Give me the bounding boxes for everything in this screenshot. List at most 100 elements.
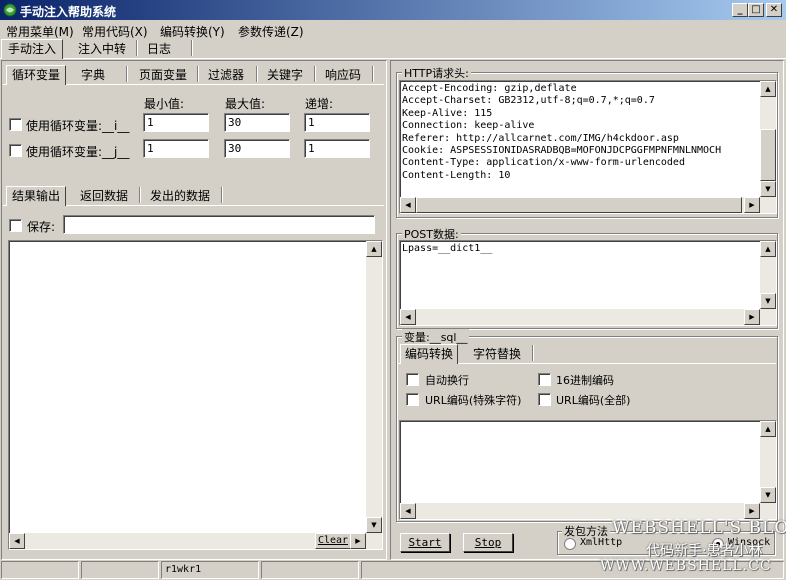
loop-j-min-input[interactable]: 1 <box>143 139 209 158</box>
scroll-down-arrow-icon[interactable]: ▼ <box>366 517 382 533</box>
loop-i-max-input[interactable]: 30 <box>224 113 290 132</box>
http-header-line: Content-Length: 10 <box>402 169 511 181</box>
scroll-right-arrow-icon[interactable]: ▶ <box>350 533 366 549</box>
scroll-down-arrow-icon[interactable]: ▼ <box>760 487 776 503</box>
auto-wrap-checkbox[interactable] <box>406 373 419 386</box>
start-button[interactable]: Start <box>400 533 450 552</box>
close-button[interactable]: ✕ <box>766 3 782 17</box>
tab-response-code[interactable]: 响应码 <box>318 66 368 84</box>
status-pane-2 <box>81 561 159 579</box>
scroll-up-arrow-icon[interactable]: ▲ <box>760 421 776 437</box>
loop-i-min-input[interactable]: 1 <box>143 113 209 132</box>
tab-log[interactable]: 日志 <box>140 40 178 58</box>
http-header-textbox[interactable]: Accept-Encoding: gzip,deflate Accept-Char… <box>399 80 777 214</box>
max-value-label: 最大值: <box>225 97 266 111</box>
minimize-button[interactable]: _ <box>732 3 748 17</box>
http-vscroll[interactable]: ▲ ▼ <box>760 81 776 197</box>
http-header-line: Cookie: ASPSESSIONIDASRADBQB=MOFONJDCPGG… <box>402 145 722 157</box>
app-icon <box>3 3 17 17</box>
http-hscroll[interactable]: ◀ ▶ <box>400 197 776 213</box>
save-label: 保存: <box>27 220 56 234</box>
menu-code[interactable]: 常用代码(X) <box>82 23 148 40</box>
xmlhttp-label: XmlHttp <box>580 537 623 548</box>
loop-j-checkbox[interactable] <box>9 144 22 157</box>
xmlhttp-radio[interactable] <box>564 538 576 550</box>
url-encode-special-label: URL编码(特殊字符) <box>425 394 522 407</box>
loop-i-step-input[interactable]: 1 <box>304 113 370 132</box>
http-scroll-thumb[interactable] <box>760 129 776 181</box>
maximize-button[interactable]: □ <box>748 3 764 17</box>
tab-manual-inject[interactable]: 手动注入 <box>1 39 63 59</box>
http-hscroll-thumb[interactable] <box>416 197 742 213</box>
tab-encoding-convert[interactable]: 编码转换 <box>400 344 458 364</box>
tab-char-replace[interactable]: 字符替换 <box>466 345 528 363</box>
clear-button[interactable]: Clear <box>315 533 351 549</box>
post-vscroll[interactable]: ▲ ▼ <box>760 241 776 309</box>
status-pane-4 <box>261 561 359 579</box>
http-header-line: Accept-Charset: GB2312,utf-8;q=0.7,*;q=0… <box>402 95 655 107</box>
watermark-line-1: WEBSHELL'S BLOG <box>612 518 786 538</box>
scroll-left-arrow-icon[interactable]: ◀ <box>9 533 25 549</box>
tab-filter[interactable]: 过滤器 <box>201 66 251 84</box>
title-bar: 手动注入帮助系统 _ □ ✕ <box>0 0 786 20</box>
scroll-left-arrow-icon[interactable]: ◀ <box>400 197 416 213</box>
tab-return-data[interactable]: 返回数据 <box>74 187 134 205</box>
loop-j-max-input[interactable]: 30 <box>224 139 290 158</box>
scroll-right-arrow-icon[interactable]: ▶ <box>744 197 760 213</box>
result-vscroll[interactable]: ▲ ▼ <box>366 241 382 533</box>
menu-encoding[interactable]: 编码转换(Y) <box>160 23 225 40</box>
watermark-line-2: 代码新手·患者小林 <box>646 543 763 559</box>
save-checkbox[interactable] <box>9 219 22 232</box>
http-header-text: Accept-Encoding: gzip,deflate Accept-Char… <box>400 81 776 182</box>
variable-vscroll[interactable]: ▲ ▼ <box>760 421 776 503</box>
post-data-text: Lpass=__dict1__ <box>402 243 493 254</box>
result-output-area[interactable]: ▲ ▼ ◀ Clear ▶ <box>8 240 383 550</box>
post-hscroll[interactable]: ◀ ▶ <box>400 309 776 325</box>
scroll-up-arrow-icon[interactable]: ▲ <box>760 241 776 257</box>
status-pane-3: r1wkr1 <box>161 561 259 579</box>
loop-j-step-input[interactable]: 1 <box>304 139 370 158</box>
http-header-line: Keep-Alive: 115 <box>402 107 493 119</box>
variable-textbox[interactable]: ▲ ▼ ◀ ▶ <box>399 420 777 520</box>
tab-keyword[interactable]: 关键字 <box>260 66 310 84</box>
hex-encode-checkbox[interactable] <box>538 373 551 386</box>
tab-loop-var[interactable]: 循环变量 <box>6 65 66 85</box>
tab-dict[interactable]: 字典 <box>72 66 114 84</box>
scroll-down-arrow-icon[interactable]: ▼ <box>760 293 776 309</box>
scroll-down-arrow-icon[interactable]: ▼ <box>760 181 776 197</box>
http-header-line: Connection: keep-alive <box>402 120 535 132</box>
result-hscroll[interactable]: ◀ Clear ▶ <box>9 533 382 549</box>
tab-page-var[interactable]: 页面变量 <box>132 66 194 84</box>
tab-inject-relay[interactable]: 注入中转 <box>70 40 134 58</box>
auto-wrap-label: 自动换行 <box>425 374 469 387</box>
save-path-input[interactable] <box>63 215 375 234</box>
url-encode-all-label: URL编码(全部) <box>556 394 631 407</box>
menu-common[interactable]: 常用菜单(M) <box>6 23 74 40</box>
url-encode-special-checkbox[interactable] <box>406 393 419 406</box>
loop-j-label: 使用循环变量:__j__ <box>26 145 130 159</box>
hex-encode-label: 16进制编码 <box>556 374 614 387</box>
loop-i-label: 使用循环变量:__i__ <box>26 119 130 133</box>
scroll-right-arrow-icon[interactable]: ▶ <box>744 503 760 519</box>
http-header-line: Content-Type: application/x-www-form-url… <box>402 157 685 169</box>
tab-sent-data[interactable]: 发出的数据 <box>144 187 216 205</box>
status-pane-1 <box>1 561 79 579</box>
scroll-right-arrow-icon[interactable]: ▶ <box>744 309 760 325</box>
url-encode-all-checkbox[interactable] <box>538 393 551 406</box>
tab-result-output[interactable]: 结果输出 <box>6 186 66 206</box>
scroll-left-arrow-icon[interactable]: ◀ <box>400 309 416 325</box>
stop-button[interactable]: Stop <box>463 533 513 552</box>
scroll-up-arrow-icon[interactable]: ▲ <box>366 241 382 257</box>
variable-hscroll[interactable]: ◀ ▶ <box>400 503 776 519</box>
loop-i-checkbox[interactable] <box>9 118 22 131</box>
watermark-line-3: WWW.WEBSHELL.CC <box>600 558 772 574</box>
scroll-left-arrow-icon[interactable]: ◀ <box>400 503 416 519</box>
http-header-title: HTTP请求头: <box>402 65 471 81</box>
window-title: 手动注入帮助系统 <box>20 5 117 19</box>
scroll-up-arrow-icon[interactable]: ▲ <box>760 81 776 97</box>
variable-title: 变量:__sql__ <box>402 329 470 345</box>
step-label: 递增: <box>305 97 334 111</box>
post-data-textbox[interactable]: Lpass=__dict1__ ▲ ▼ ◀ ▶ <box>399 240 777 326</box>
menu-params[interactable]: 参数传递(Z) <box>238 23 304 40</box>
min-value-label: 最小值: <box>144 97 185 111</box>
